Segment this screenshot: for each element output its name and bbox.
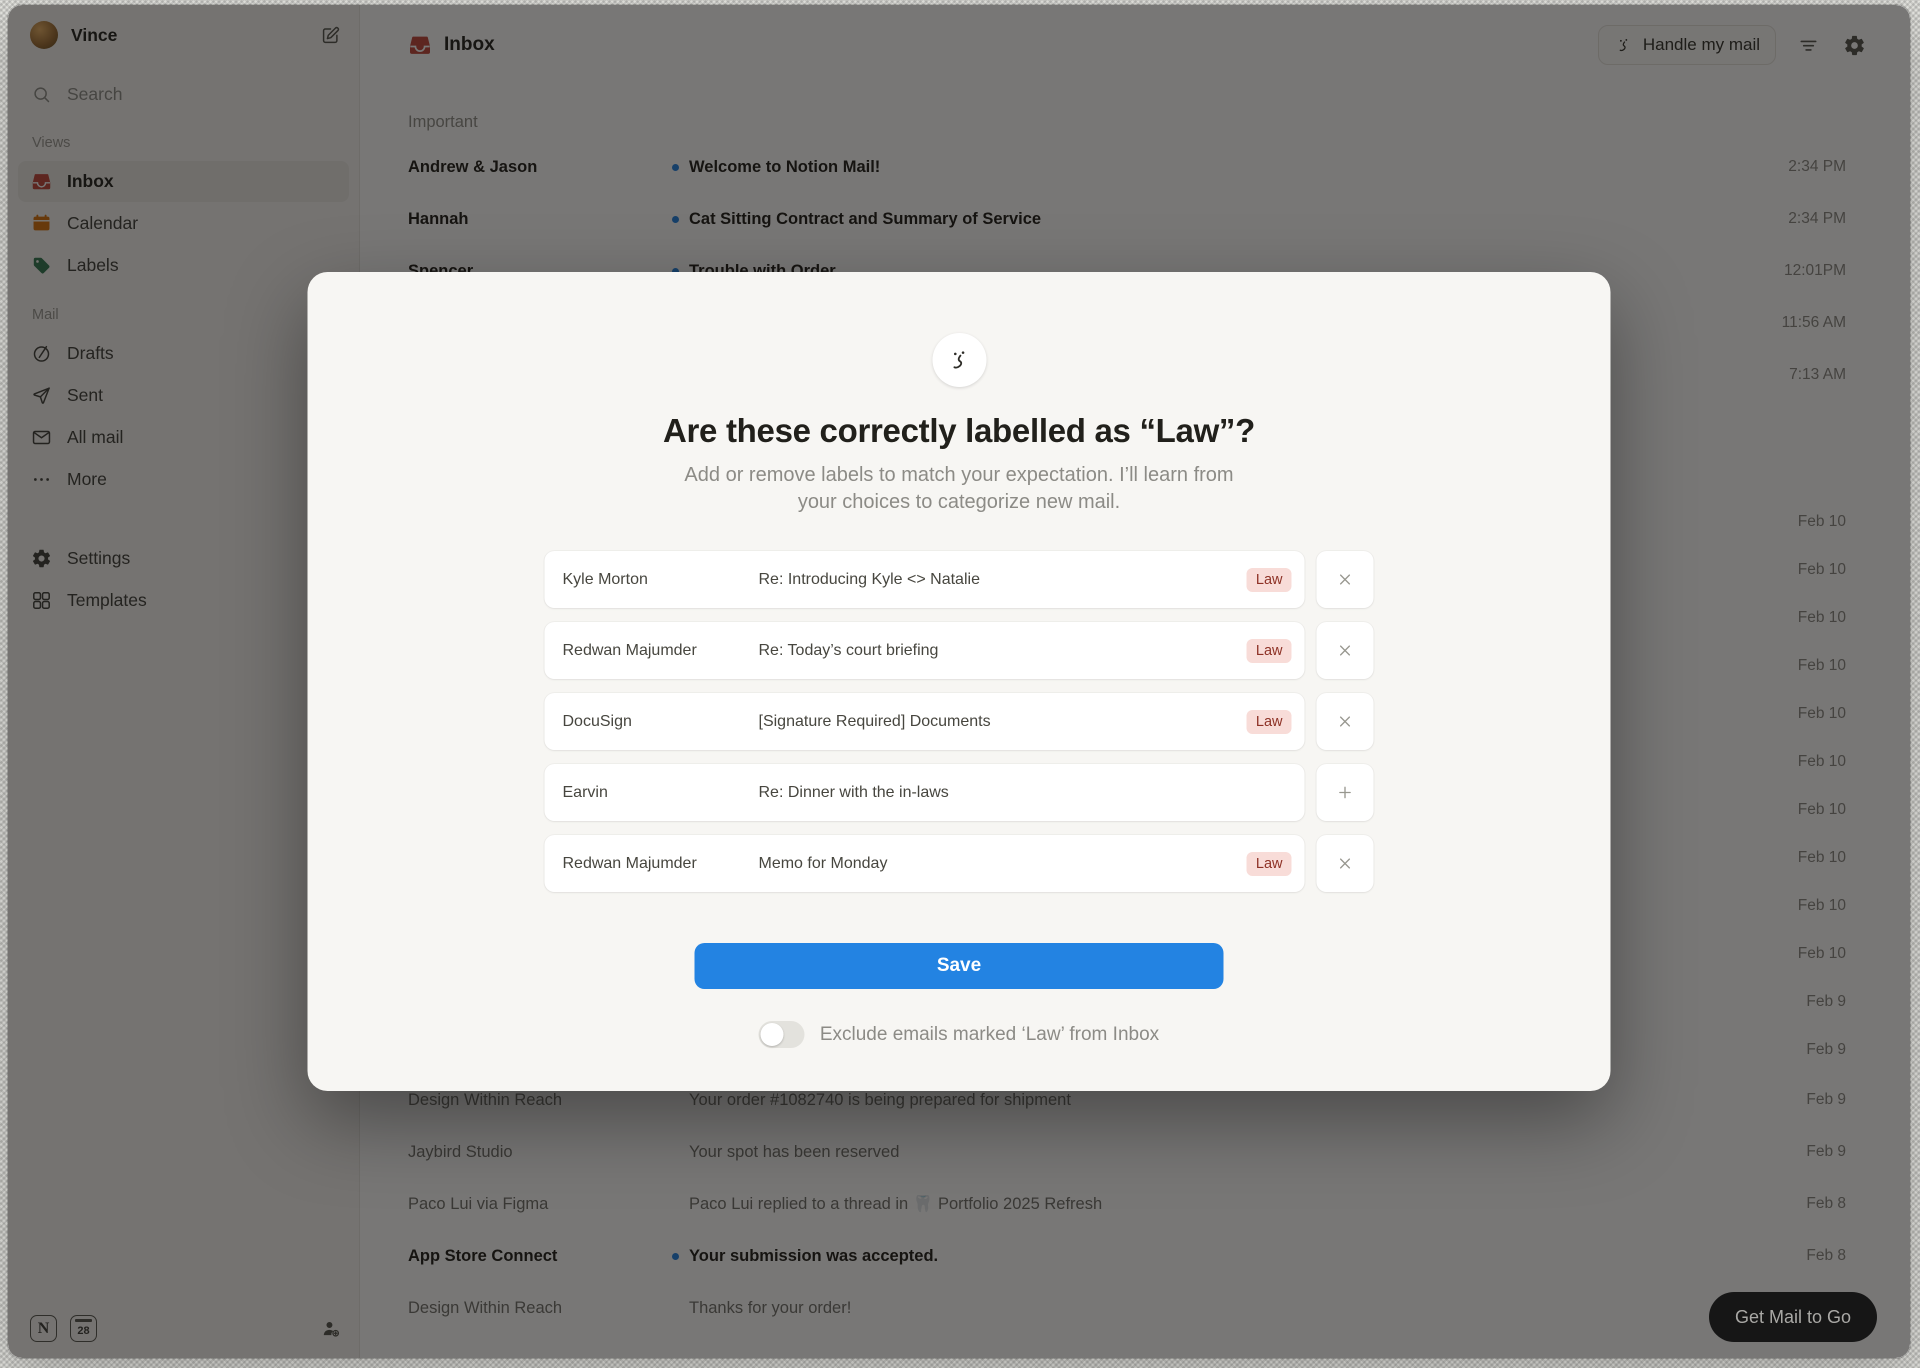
toggle-knob [761,1023,784,1046]
close-icon [1336,712,1355,731]
label-review-row: EarvinRe: Dinner with the in-laws [545,764,1374,821]
label-review-email-card[interactable]: Kyle MortonRe: Introducing Kyle <> Natal… [545,551,1305,608]
email-sender: Kyle Morton [563,571,759,589]
notion-mail-window: Vince Search ViewsInboxCalendarLabelsMai… [8,5,1910,1358]
email-sender: Redwan Majumder [563,642,759,660]
label-review-row: DocuSign[Signature Required] DocumentsLa… [545,693,1374,750]
remove-label-button[interactable] [1317,693,1374,750]
label-review-dialog: Are these correctly labelled as “Law”? A… [308,272,1611,1091]
email-sender: Earvin [563,784,759,802]
remove-label-button[interactable] [1317,835,1374,892]
close-icon [1336,641,1355,660]
label-review-row: Redwan MajumderRe: Today’s court briefin… [545,622,1374,679]
notion-mail-ai-icon [932,333,986,387]
desktop-background: Vince Search ViewsInboxCalendarLabelsMai… [0,0,1920,1368]
label-badge[interactable]: Law [1247,852,1292,876]
label-badge[interactable]: Law [1247,639,1292,663]
label-badge[interactable]: Law [1247,568,1292,592]
email-subject: Re: Today’s court briefing [759,642,1247,660]
label-review-email-card[interactable]: Redwan MajumderMemo for MondayLaw [545,835,1305,892]
email-sender: DocuSign [563,713,759,731]
label-review-row: Redwan MajumderMemo for MondayLaw [545,835,1374,892]
label-review-email-card[interactable]: EarvinRe: Dinner with the in-laws [545,764,1305,821]
email-subject: Memo for Monday [759,855,1247,873]
exclude-toggle[interactable] [759,1021,805,1048]
exclude-toggle-row: Exclude emails marked ‘Law’ from Inbox [308,1021,1611,1048]
dialog-title: Are these correctly labelled as “Law”? [308,412,1611,450]
exclude-toggle-label: Exclude emails marked ‘Law’ from Inbox [820,1024,1159,1046]
plus-icon [1336,783,1355,802]
label-badge[interactable]: Law [1247,710,1292,734]
remove-label-button[interactable] [1317,551,1374,608]
email-sender: Redwan Majumder [563,855,759,873]
close-icon [1336,854,1355,873]
add-label-button[interactable] [1317,764,1374,821]
label-review-email-card[interactable]: Redwan MajumderRe: Today’s court briefin… [545,622,1305,679]
email-subject: Re: Introducing Kyle <> Natalie [759,571,1247,589]
dialog-description: Add or remove labels to match your expec… [664,462,1254,516]
save-button[interactable]: Save [695,943,1224,989]
label-review-row: Kyle MortonRe: Introducing Kyle <> Natal… [545,551,1374,608]
remove-label-button[interactable] [1317,622,1374,679]
close-icon [1336,570,1355,589]
email-subject: Re: Dinner with the in-laws [759,784,1292,802]
email-subject: [Signature Required] Documents [759,713,1247,731]
get-mail-to-go-button[interactable]: Get Mail to Go [1709,1292,1877,1342]
label-review-email-card[interactable]: DocuSign[Signature Required] DocumentsLa… [545,693,1305,750]
label-review-rows: Kyle MortonRe: Introducing Kyle <> Natal… [545,551,1374,892]
